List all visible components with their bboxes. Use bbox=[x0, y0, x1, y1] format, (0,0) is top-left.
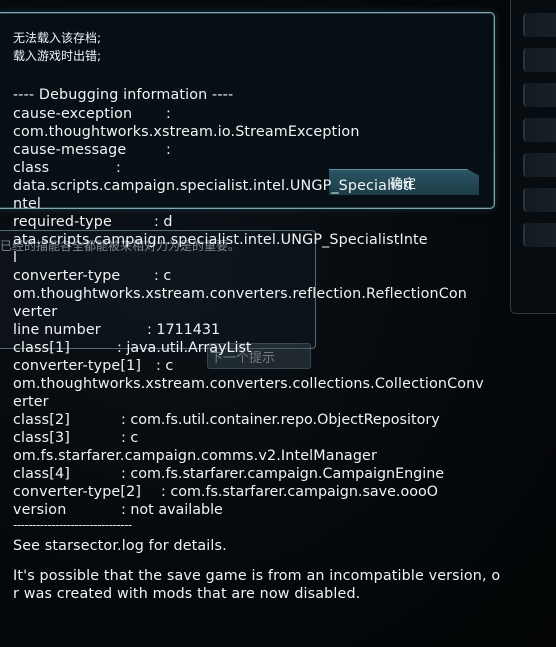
side-slot bbox=[523, 118, 556, 142]
side-panel bbox=[510, 0, 556, 314]
converter-type2-value: : com.fs.starfarer.campaign.save.oooO bbox=[161, 484, 438, 500]
side-slot bbox=[523, 153, 556, 177]
class3-value-1: : c bbox=[121, 430, 139, 446]
converter-type1-value-2: om.thoughtworks.xstream.converters.colle… bbox=[13, 376, 484, 392]
converter-type-value-3: verter bbox=[13, 304, 58, 320]
debug-header: ---- Debugging information ---- bbox=[13, 87, 234, 103]
side-slot bbox=[523, 83, 556, 107]
cause-exception-value: com.thoughtworks.xstream.io.StreamExcept… bbox=[13, 124, 360, 140]
required-type-value-1: : d bbox=[154, 214, 173, 230]
error-title-line-2: 载入游戏时出错; bbox=[13, 49, 102, 63]
converter-type1-value-3: erter bbox=[13, 394, 49, 410]
converter-type-value-1: : c bbox=[154, 268, 172, 284]
class3-key: class[3] bbox=[13, 430, 70, 446]
incompatible-text-line-1: It's possible that the save game is from… bbox=[13, 568, 501, 584]
cause-message-colon: : bbox=[166, 142, 171, 158]
incompatible-text-line-2: r was created with mods that are now dis… bbox=[13, 586, 361, 602]
line-number-value: : 1711431 bbox=[147, 322, 221, 338]
error-title-line-1: 无法载入该存档; bbox=[13, 31, 102, 45]
class-key: class bbox=[13, 160, 50, 176]
class2-value: : com.fs.util.container.repo.ObjectRepos… bbox=[121, 412, 440, 428]
required-type-value-2: ata.scripts.campaign.specialist.intel.UN… bbox=[13, 232, 428, 248]
class1-key: class[1] bbox=[13, 340, 70, 356]
side-slot bbox=[523, 223, 556, 247]
side-slot bbox=[523, 13, 556, 37]
class1-value: : java.util.ArrayList bbox=[117, 340, 252, 356]
class-colon: : bbox=[116, 160, 121, 176]
converter-type1-value-1: : c bbox=[156, 358, 174, 374]
class-value-line-1: data.scripts.campaign.specialist.intel.U… bbox=[13, 178, 413, 194]
version-value: : not available bbox=[121, 502, 223, 518]
separator-line: ------------------------------- bbox=[13, 518, 132, 532]
class-value-line-2: ntel bbox=[13, 196, 42, 212]
side-slot bbox=[523, 48, 556, 72]
converter-type-value-2: om.thoughtworks.xstream.converters.refle… bbox=[13, 286, 467, 302]
required-type-value-3: l bbox=[13, 250, 18, 266]
cause-message-key: cause-message bbox=[13, 142, 127, 158]
side-slot bbox=[523, 188, 556, 212]
class4-value: : com.fs.starfarer.campaign.CampaignEngi… bbox=[121, 466, 445, 482]
converter-type2-key: converter-type[2] bbox=[13, 484, 142, 500]
converter-type1-key: converter-type[1] bbox=[13, 358, 142, 374]
converter-type-key: converter-type bbox=[13, 268, 121, 284]
see-log-text: See starsector.log for details. bbox=[13, 538, 227, 554]
line-number-key: line number bbox=[13, 322, 101, 338]
class2-key: class[2] bbox=[13, 412, 70, 428]
cause-exception-colon: : bbox=[166, 106, 171, 122]
required-type-key: required-type bbox=[13, 214, 112, 230]
cause-exception-key: cause-exception bbox=[13, 106, 133, 122]
version-key: version bbox=[13, 502, 67, 518]
class3-value-2: om.fs.starfarer.campaign.comms.v2.IntelM… bbox=[13, 448, 378, 464]
class4-key: class[4] bbox=[13, 466, 70, 482]
